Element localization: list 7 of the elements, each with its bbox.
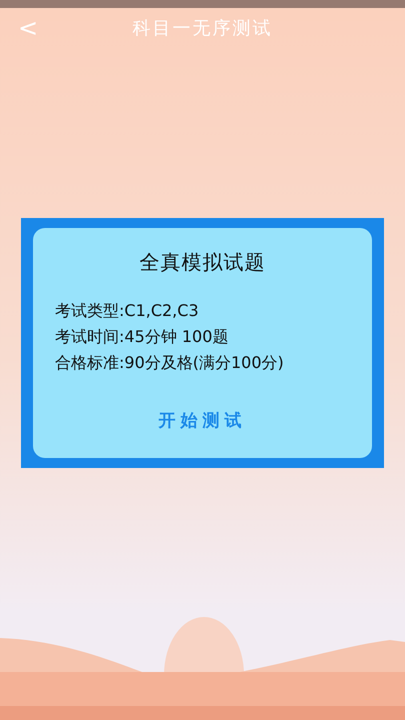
info-line: 考试类型:C1,C2,C3 [55,300,200,322]
info-line: 考试时间:45分钟 100题 [55,326,230,348]
back-button[interactable]: < [14,14,38,42]
info-line: 合格标准:90分及格(满分100分) [55,352,284,374]
start-button[interactable]: 开始测试 [152,408,252,433]
page-title: 科目一无序测试 [132,17,272,40]
card-title: 全真模拟试题 [140,249,266,276]
